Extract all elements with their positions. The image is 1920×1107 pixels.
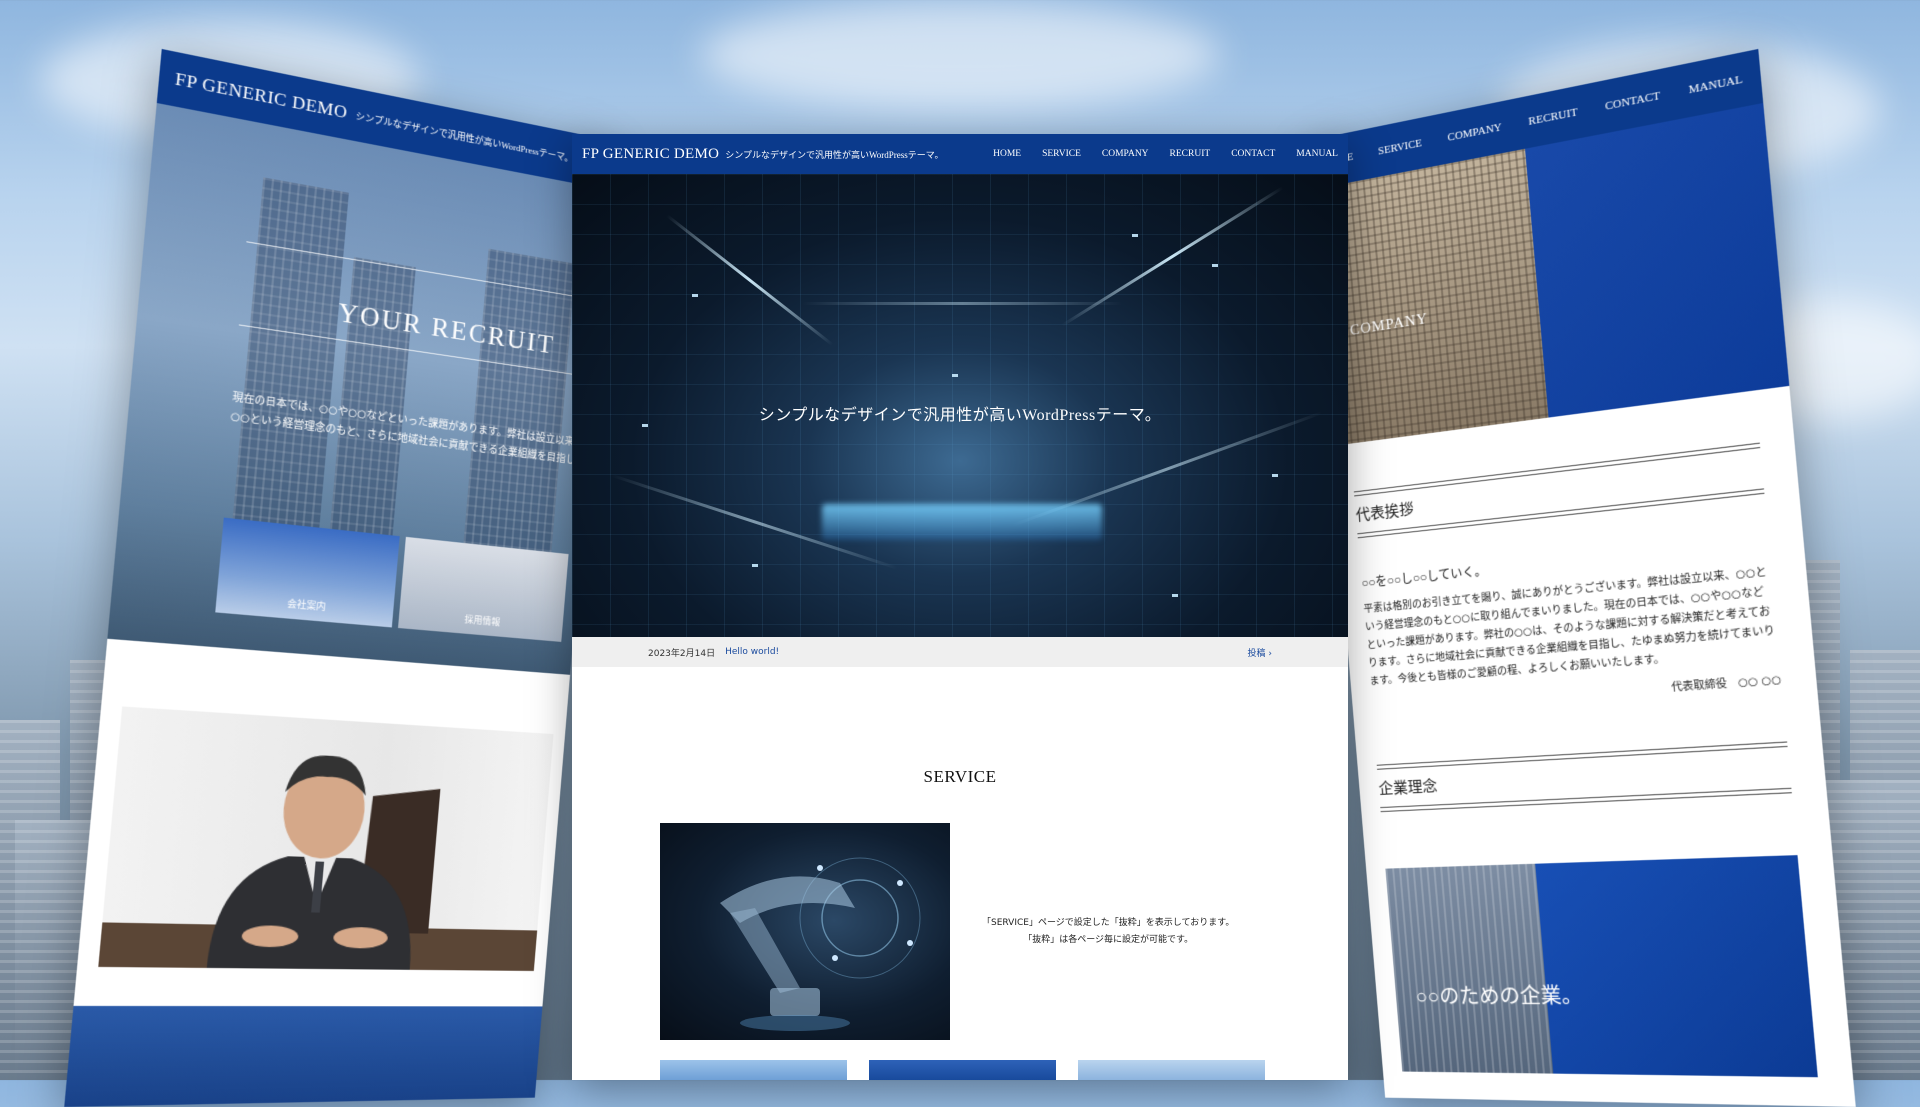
top-page-preview: FP GENERIC DEMO シンプルなデザインで汎用性が高いWordPres…	[572, 134, 1348, 1080]
nav-service[interactable]: SERVICE	[1378, 137, 1423, 158]
sky-cloud	[700, 0, 1220, 110]
philosophy-card: ○○のための企業。	[1385, 855, 1818, 1078]
company-greeting: 代表挨拶 ○○を○○し○○していく。 平素は格別のお引き立てを賜り、誠にありがと…	[1330, 385, 1832, 856]
news-bar: 2023年2月14日 Hello world! 投稿 ›	[572, 637, 1348, 667]
nav-manual[interactable]: MANUAL	[1688, 73, 1743, 97]
main-nav: HOME SERVICE COMPANY RECRUIT CONTACT MAN…	[993, 149, 1338, 159]
posts-link[interactable]: 投稿 ›	[1248, 646, 1272, 659]
robot-arm-image[interactable]	[660, 823, 950, 1040]
ceo-illustration	[98, 753, 538, 971]
service-thumbnails	[660, 1060, 1348, 1080]
hero-tunnel-image: シンプルなデザインで汎用性が高いWordPressテーマ。	[572, 174, 1348, 637]
hero-caption: シンプルなデザインで汎用性が高いWordPressテーマ。	[758, 407, 1162, 424]
nav-service[interactable]: SERVICE	[1042, 149, 1081, 159]
news-date: 2023年2月14日	[648, 648, 716, 659]
recruit-page-preview: FP GENERIC DEMO シンプルなデザインで汎用性が高いWordPres…	[64, 48, 615, 1107]
service-section-title: SERVICE	[923, 767, 997, 786]
ceo-section	[73, 638, 571, 1007]
company-page-preview: HOME SERVICE COMPANY RECRUIT CONTACT MAN…	[1305, 48, 1856, 1107]
nav-recruit[interactable]: RECRUIT	[1170, 149, 1211, 159]
recruit-hero: YOUR RECRUIT 現在の日本では、○○や○○などといった課題があります。…	[107, 102, 611, 675]
site-tagline: シンプルなデザインで汎用性が高いWordPressテーマ。	[725, 149, 944, 160]
nav-manual[interactable]: MANUAL	[1296, 149, 1338, 159]
company-info-card[interactable]: 会社案内	[215, 517, 400, 628]
nav-contact[interactable]: CONTACT	[1604, 90, 1660, 114]
philosophy-card-text: ○○のための企業。	[1414, 985, 1584, 1009]
service-item: 「SERVICE」ページで設定した「抜粋」を表示しております。 「抜粋」は各ペー…	[660, 823, 1348, 1040]
ceo-photo	[98, 706, 554, 971]
robot-arm-icon	[720, 857, 921, 1031]
service-thumb[interactable]	[869, 1060, 1056, 1080]
nav-company[interactable]: COMPANY	[1447, 121, 1502, 144]
nav-recruit[interactable]: RECRUIT	[1528, 106, 1578, 128]
site-logo[interactable]: FP GENERIC DEMO	[582, 146, 719, 163]
recruit-info-card[interactable]: 採用情報	[397, 536, 569, 642]
service-thumb[interactable]	[1078, 1060, 1265, 1080]
site-header: FP GENERIC DEMO シンプルなデザインで汎用性が高いWordPres…	[572, 134, 1348, 174]
left-footer-band	[64, 1005, 543, 1107]
nav-home[interactable]: HOME	[993, 149, 1021, 159]
news-title-link[interactable]: Hello world!	[725, 647, 779, 657]
service-thumb[interactable]	[660, 1060, 847, 1080]
nav-contact[interactable]: CONTACT	[1231, 149, 1275, 159]
nav-company[interactable]: COMPANY	[1102, 149, 1149, 159]
service-description: 「SERVICE」ページで設定した「抜粋」を表示しております。 「抜粋」は各ペー…	[982, 917, 1235, 945]
